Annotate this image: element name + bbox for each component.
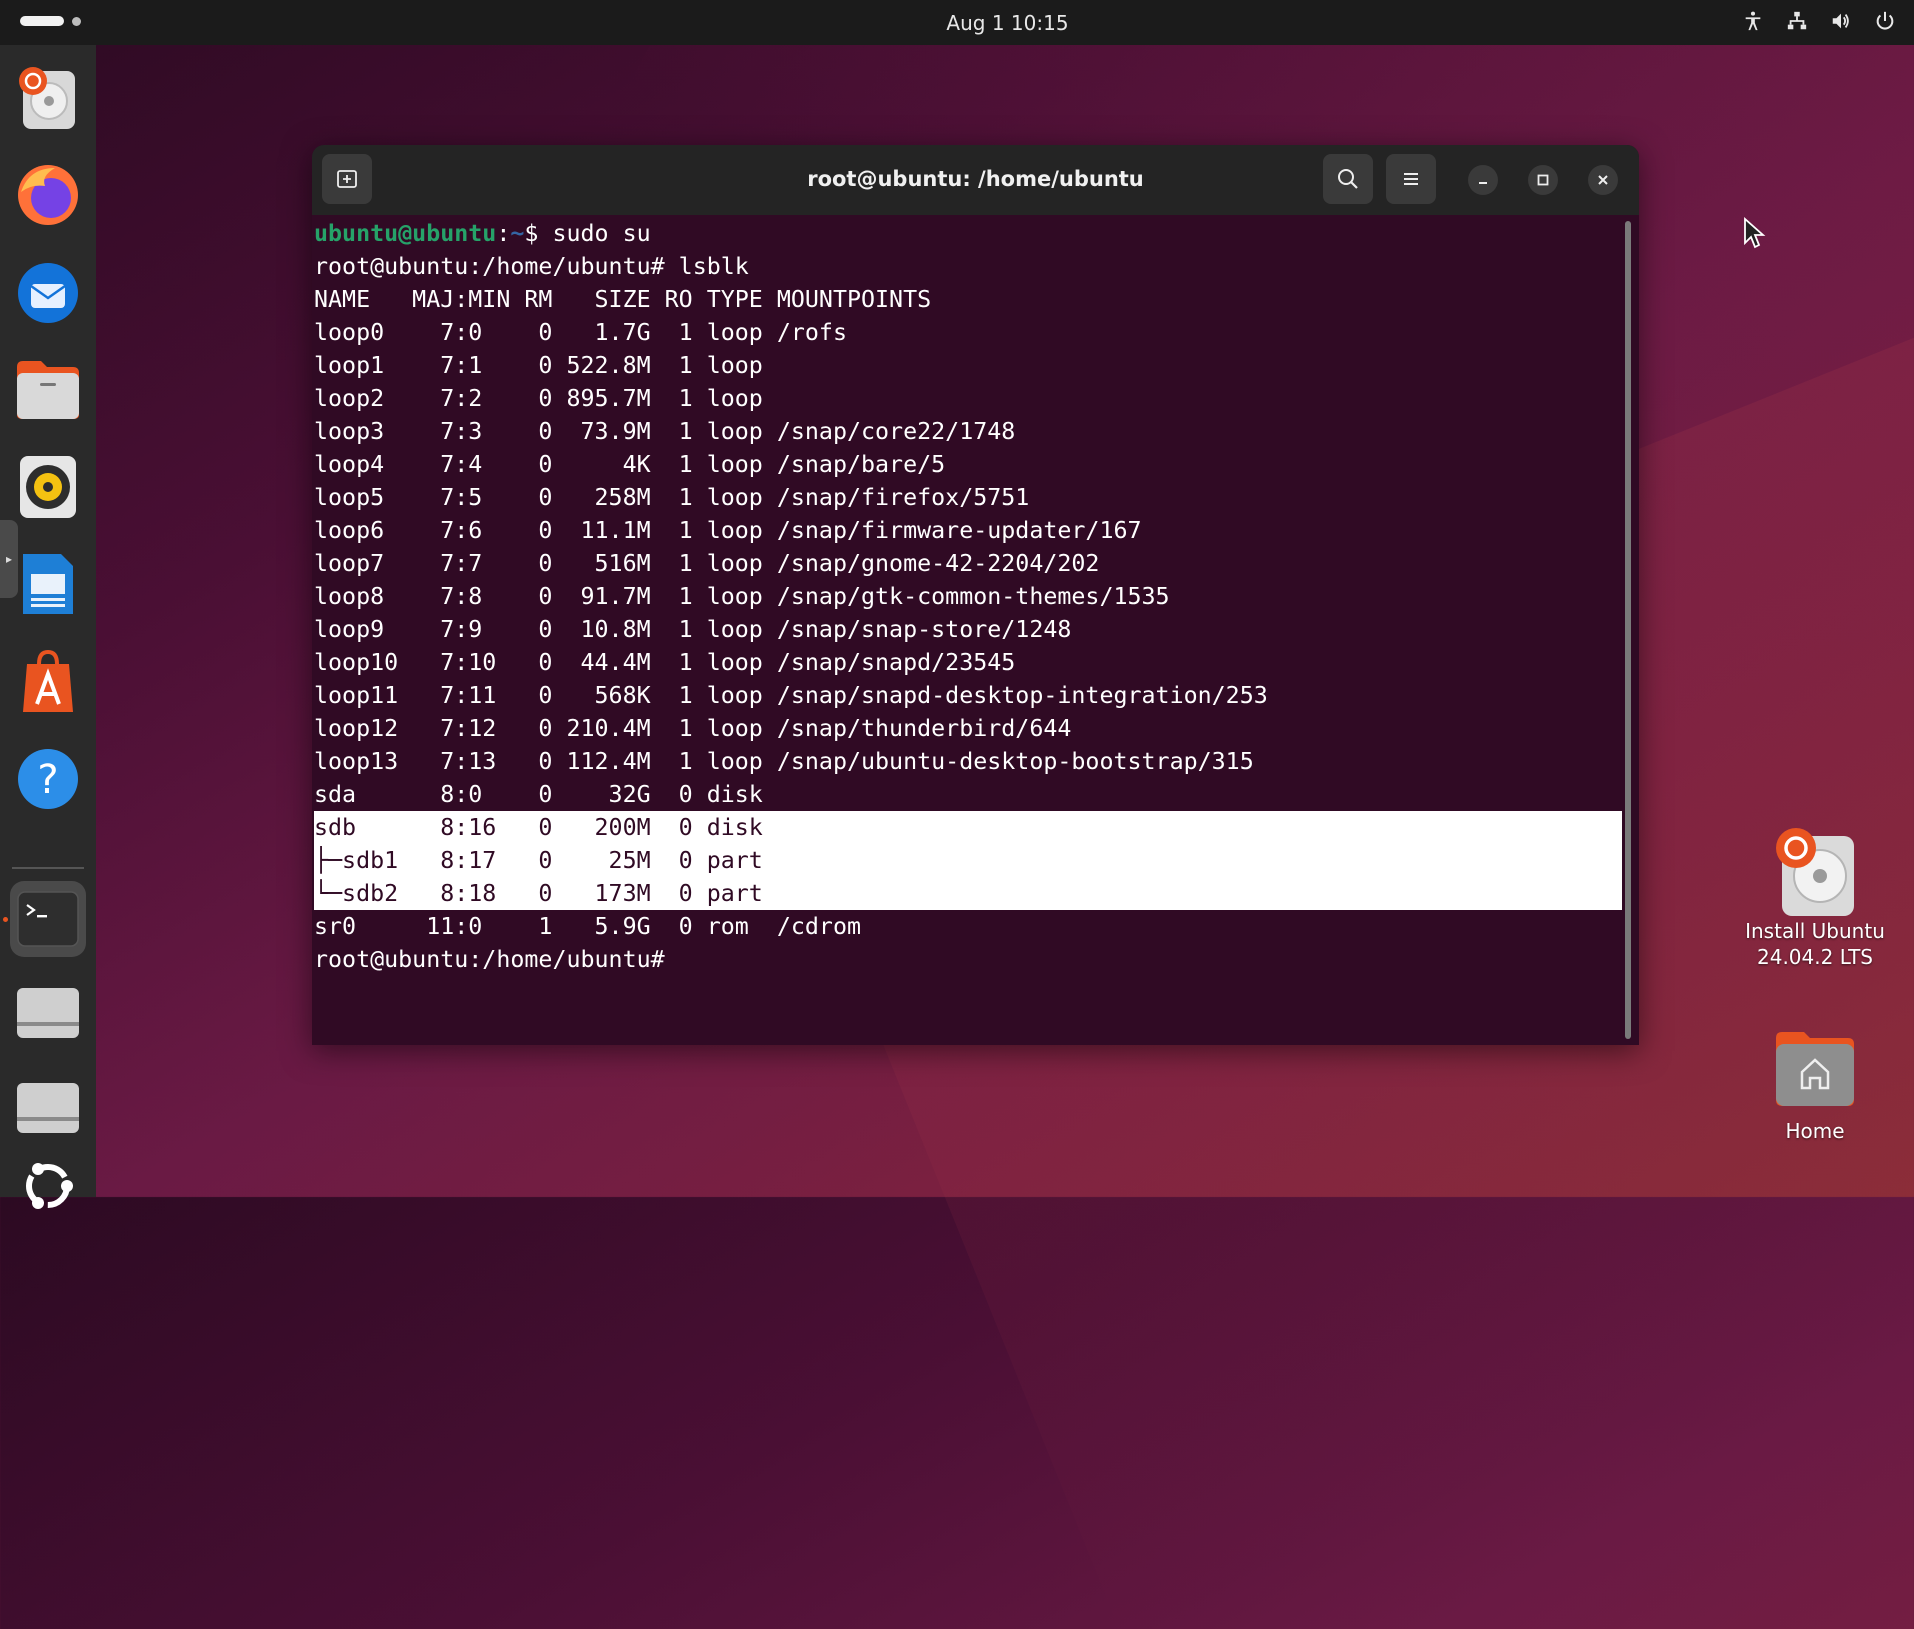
rhythmbox-icon: [20, 456, 76, 518]
terminal-line: root@ubuntu:/home/ubuntu# lsblk: [314, 253, 749, 280]
power-icon[interactable]: [1874, 10, 1896, 32]
prompt-command: $ sudo su: [524, 220, 651, 247]
search-icon: [1338, 169, 1358, 189]
prompt-path: ~: [510, 220, 525, 247]
lsblk-row: loop2 7:2 0 895.7M 1 loop: [314, 385, 763, 412]
dock-files[interactable]: [10, 352, 86, 428]
terminal-line: ubuntu@ubuntu:~$ sudo su: [314, 217, 1622, 250]
network-icon[interactable]: [1786, 10, 1808, 32]
help-icon: ?: [18, 749, 78, 809]
dock-rhythmbox[interactable]: [10, 449, 86, 525]
firefox-icon: [18, 165, 78, 225]
drive-icon: [17, 1083, 79, 1133]
lsblk-row: loop5 7:5 0 258M 1 loop /snap/firefox/57…: [314, 484, 1030, 511]
scrollbar[interactable]: [1625, 221, 1631, 1039]
dock-show-apps[interactable]: [10, 1148, 86, 1224]
minimize-icon: [1479, 182, 1487, 184]
close-icon: [1598, 175, 1608, 185]
desktop-install-ubuntu[interactable]: Install Ubuntu 24.04.2 LTS: [1730, 826, 1900, 970]
drive-icon: [17, 988, 79, 1038]
maximize-icon: [1537, 174, 1549, 186]
app-center-icon: [23, 649, 73, 712]
install-ubuntu-icon: [1776, 828, 1854, 916]
mouse-pointer-icon: [1744, 217, 1766, 249]
running-indicator: [3, 917, 8, 922]
terminal-output[interactable]: ubuntu@ubuntu:~$ sudo su root@ubuntu:/ho…: [314, 217, 1622, 1037]
lsblk-row: sda 8:0 0 32G 0 disk: [314, 781, 763, 808]
lsblk-row: loop4 7:4 0 4K 1 loop /snap/bare/5: [314, 451, 946, 478]
dock-drive-1[interactable]: [10, 975, 86, 1051]
lsblk-row: loop8 7:8 0 91.7M 1 loop /snap/gtk-commo…: [314, 583, 1170, 610]
desktop-home[interactable]: Home: [1730, 1028, 1900, 1144]
volume-icon[interactable]: [1830, 10, 1852, 32]
dock-terminal[interactable]: [10, 881, 86, 957]
desktop-icon-label: 24.04.2 LTS: [1757, 945, 1873, 969]
prompt-colon: :: [496, 220, 511, 247]
lsblk-row: loop13 7:13 0 112.4M 1 loop /snap/ubuntu…: [314, 748, 1254, 775]
menu-button[interactable]: [1386, 154, 1436, 204]
svg-text:?: ?: [37, 757, 58, 803]
top-bar: Aug 1 10:15: [0, 0, 1914, 45]
lsblk-header: NAME MAJ:MIN RM SIZE RO TYPE MOUNTPOINTS: [314, 286, 932, 313]
system-tray[interactable]: [1742, 10, 1896, 32]
lsblk-row-selected[interactable]: ├─sdb1 8:17 0 25M 0 part: [314, 844, 1622, 877]
terminal-prompt[interactable]: root@ubuntu:/home/ubuntu#: [314, 943, 1622, 976]
accessibility-icon[interactable]: [1742, 10, 1764, 32]
lsblk-row: loop3 7:3 0 73.9M 1 loop /snap/core22/17…: [314, 418, 1016, 445]
dock-thunderbird[interactable]: [10, 255, 86, 331]
install-ubuntu-icon: [19, 67, 75, 129]
hamburger-menu-icon: [1404, 173, 1418, 185]
lsblk-row-selected[interactable]: sdb 8:16 0 200M 0 disk: [314, 811, 1622, 844]
lsblk-row: loop7 7:7 0 516M 1 loop /snap/gnome-42-2…: [314, 550, 1100, 577]
lsblk-row: loop6 7:6 0 11.1M 1 loop /snap/firmware-…: [314, 517, 1142, 544]
thunderbird-icon: [18, 263, 78, 323]
desktop-icon-label: Install Ubuntu: [1745, 919, 1885, 943]
files-icon: [17, 361, 79, 419]
lsblk-row: loop1 7:1 0 522.8M 1 loop: [314, 352, 763, 379]
ubuntu-apps-icon: [26, 1163, 73, 1209]
writer-icon: [23, 554, 73, 614]
lsblk-row: loop12 7:12 0 210.4M 1 loop /snap/thunde…: [314, 715, 1072, 742]
lsblk-row: sr0 11:0 1 5.9G 0 rom /cdrom: [314, 913, 862, 940]
dock-firefox[interactable]: [10, 157, 86, 233]
close-button[interactable]: [1588, 165, 1618, 195]
lsblk-row-selected[interactable]: └─sdb2 8:18 0 173M 0 part: [314, 877, 1622, 910]
dock-help[interactable]: ?: [10, 741, 86, 817]
lsblk-row: loop10 7:10 0 44.4M 1 loop /snap/snapd/2…: [314, 649, 1016, 676]
dock: ▸ ?: [0, 45, 96, 1209]
lsblk-row: loop9 7:9 0 10.8M 1 loop /snap/snap-stor…: [314, 616, 1072, 643]
dock-writer[interactable]: [10, 546, 86, 622]
minimize-button[interactable]: [1468, 165, 1498, 195]
clock[interactable]: Aug 1 10:15: [0, 11, 1914, 35]
maximize-button[interactable]: [1528, 165, 1558, 195]
terminal-window[interactable]: root@ubuntu: /home/ubuntu ubuntu@ubuntu:…: [312, 145, 1639, 1045]
dock-install-ubuntu[interactable]: [10, 60, 86, 136]
home-folder-icon: [1776, 1032, 1854, 1106]
terminal-icon: [17, 891, 79, 947]
dock-drive-2[interactable]: [10, 1070, 86, 1146]
prompt-user: ubuntu@ubuntu: [314, 220, 497, 247]
window-titlebar[interactable]: root@ubuntu: /home/ubuntu: [312, 145, 1639, 215]
desktop-icon-label: Home: [1785, 1119, 1845, 1143]
dock-app-center[interactable]: [10, 643, 86, 719]
lsblk-row: loop0 7:0 0 1.7G 1 loop /rofs: [314, 319, 847, 346]
window-title: root@ubuntu: /home/ubuntu: [807, 167, 1144, 191]
dock-separator: [12, 867, 84, 869]
lsblk-row: loop11 7:11 0 568K 1 loop /snap/snapd-de…: [314, 682, 1268, 709]
search-button[interactable]: [1323, 154, 1373, 204]
